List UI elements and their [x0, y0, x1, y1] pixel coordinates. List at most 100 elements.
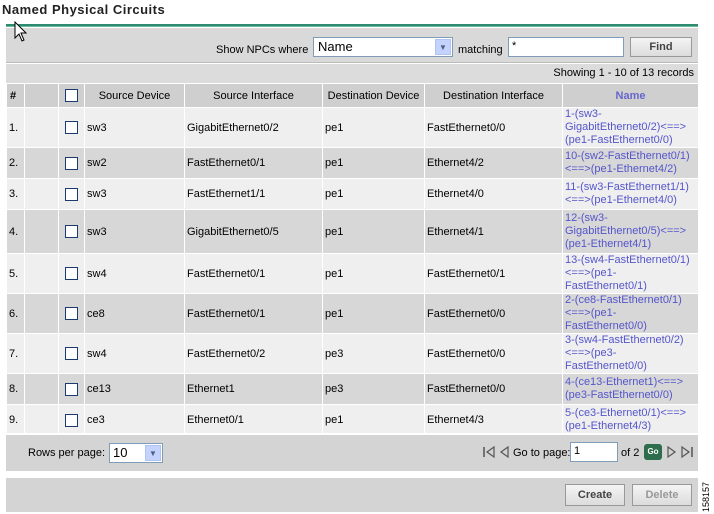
- source-device-cell: ce3: [84, 404, 185, 436]
- source-interface-cell: Ethernet1: [184, 373, 323, 405]
- row-number: 3.: [6, 178, 25, 210]
- search-field-value: Name: [318, 39, 353, 54]
- previous-page-icon[interactable]: [498, 445, 510, 459]
- source-device-cell: ce8: [84, 293, 185, 334]
- table-row[interactable]: 5. sw4 FastEthernet0/1 pe1 FastEthernet0/1 13…: [6, 253, 699, 294]
- table-row[interactable]: 4. sw3 GigabitEthernet0/5 pe1 Ethernet4/1 12-…: [6, 209, 699, 254]
- source-interface-cell: FastEthernet1/1: [184, 178, 323, 210]
- search-field-select[interactable]: Name ▼: [313, 37, 453, 57]
- table-row[interactable]: 9. ce3 Ethernet0/1 pe1 Ethernet4/3 5-(ce3-Eth…: [6, 404, 699, 436]
- rows-per-page-select[interactable]: 10 ▼: [109, 443, 163, 463]
- circuit-name-link[interactable]: 3-(sw4-FastEthernet0/2)<==>(pe3-FastEthe…: [565, 334, 684, 372]
- destination-device-cell: pe1: [322, 404, 425, 436]
- title-divider: [6, 24, 698, 27]
- row-number: 4.: [6, 209, 25, 254]
- next-page-icon[interactable]: [666, 445, 678, 459]
- mouse-cursor-icon: [14, 21, 28, 42]
- destination-device-cell: pe1: [322, 107, 425, 148]
- row-select-checkbox[interactable]: [65, 382, 78, 396]
- row-blank: [24, 404, 59, 436]
- row-checkbox-cell: [58, 178, 85, 210]
- table-row[interactable]: 1. sw3 GigabitEthernet0/2 pe1 FastEthernet0/…: [6, 107, 699, 148]
- row-select-checkbox[interactable]: [65, 121, 78, 134]
- row-checkbox-cell: [58, 404, 85, 436]
- table-row[interactable]: 6. ce8 FastEthernet0/1 pe1 FastEthernet0/0 2-…: [6, 293, 699, 334]
- row-number: 5.: [6, 253, 25, 294]
- row-select-checkbox[interactable]: [65, 225, 78, 238]
- row-checkbox-cell: [58, 333, 85, 374]
- name-cell: 11-(sw3-FastEthernet1/1)<==>(pe1-Etherne…: [562, 178, 699, 210]
- row-blank: [24, 333, 59, 374]
- circuit-name-link[interactable]: 10-(sw2-FastEthernet0/1)<==>(pe1-Etherne…: [565, 150, 690, 175]
- row-select-checkbox[interactable]: [65, 267, 78, 280]
- column-header-source-device[interactable]: Source Device: [84, 83, 185, 108]
- name-cell: 4-(ce13-Ethernet1)<==>(pe3-FastEthernet0…: [562, 373, 699, 405]
- name-cell: 5-(ce3-Ethernet0/1)<==>(pe1-Ethernet4/3): [562, 404, 699, 436]
- figure-number-text: 158157: [701, 481, 711, 512]
- records-count: Showing 1 - 10 of 13 records: [553, 67, 694, 79]
- column-header-source-interface[interactable]: Source Interface: [184, 83, 323, 108]
- row-select-checkbox[interactable]: [65, 187, 78, 201]
- row-select-checkbox[interactable]: [65, 347, 78, 360]
- table-header-row: # Source Device Source Interface Destina…: [6, 83, 699, 108]
- source-device-cell: ce13: [84, 373, 185, 405]
- circuit-name-link[interactable]: 5-(ce3-Ethernet0/1)<==>(pe1-Ethernet4/3): [565, 407, 686, 432]
- destination-interface-cell: Ethernet4/0: [424, 178, 563, 210]
- goto-page-input[interactable]: 1: [570, 442, 618, 462]
- destination-interface-cell: FastEthernet0/1: [424, 253, 563, 294]
- source-interface-cell: FastEthernet0/1: [184, 293, 323, 334]
- circuit-name-link[interactable]: 2-(ce8-FastEthernet0/1)<==>(pe1-FastEthe…: [565, 294, 682, 332]
- source-interface-cell: FastEthernet0/1: [184, 147, 323, 179]
- table-row[interactable]: 2. sw2 FastEthernet0/1 pe1 Ethernet4/2 10-(sw…: [6, 147, 699, 179]
- search-input[interactable]: *: [508, 37, 624, 57]
- circuit-name-link[interactable]: 12-(sw3-GigabitEthernet0/5)<==>(pe1-Ethe…: [565, 212, 686, 250]
- row-number: 9.: [6, 404, 25, 436]
- column-header-destination-device[interactable]: Destination Device: [322, 83, 425, 108]
- page-title: Named Physical Circuits: [2, 2, 166, 17]
- column-header-name[interactable]: Name: [562, 83, 699, 108]
- source-device-cell: sw2: [84, 147, 185, 179]
- row-select-checkbox[interactable]: [65, 307, 78, 320]
- row-checkbox-cell: [58, 147, 85, 179]
- destination-device-cell: pe1: [322, 293, 425, 334]
- source-interface-cell: FastEthernet0/1: [184, 253, 323, 294]
- row-blank: [24, 293, 59, 334]
- circuit-name-link[interactable]: 4-(ce13-Ethernet1)<==>(pe3-FastEthernet0…: [565, 376, 683, 401]
- delete-button[interactable]: Delete: [632, 484, 692, 506]
- row-blank: [24, 107, 59, 148]
- chevron-down-icon[interactable]: ▼: [145, 445, 161, 461]
- source-interface-cell: GigabitEthernet0/5: [184, 209, 323, 254]
- row-number: 6.: [6, 293, 25, 334]
- chevron-down-icon[interactable]: ▼: [435, 39, 451, 55]
- row-blank: [24, 253, 59, 294]
- table-row[interactable]: 3. sw3 FastEthernet1/1 pe1 Ethernet4/0 11-(sw…: [6, 178, 699, 210]
- row-checkbox-cell: [58, 209, 85, 254]
- row-select-checkbox[interactable]: [65, 156, 78, 170]
- table-row[interactable]: 8. ce13 Ethernet1 pe3 FastEthernet0/0 4-(ce13…: [6, 373, 699, 405]
- search-label: Show NPCs where: [216, 44, 309, 56]
- destination-device-cell: pe1: [322, 178, 425, 210]
- row-blank: [24, 209, 59, 254]
- column-header-destination-interface[interactable]: Destination Interface: [424, 83, 563, 108]
- row-number: 7.: [6, 333, 25, 374]
- find-button[interactable]: Find: [630, 37, 692, 57]
- first-page-icon[interactable]: [482, 445, 496, 459]
- row-select-checkbox[interactable]: [65, 413, 78, 427]
- destination-interface-cell: Ethernet4/1: [424, 209, 563, 254]
- total-pages-label: of 2: [621, 447, 640, 459]
- circuit-name-link[interactable]: 1-(sw3-GigabitEthernet0/2)<==>(pe1-FastE…: [565, 108, 686, 146]
- name-cell: 13-(sw4-FastEthernet0/1)<==>(pe1-FastEth…: [562, 253, 699, 294]
- create-button[interactable]: Create: [565, 484, 625, 506]
- destination-interface-cell: Ethernet4/2: [424, 147, 563, 179]
- source-device-cell: sw3: [84, 209, 185, 254]
- circuit-name-link[interactable]: 11-(sw3-FastEthernet1/1)<==>(pe1-Etherne…: [565, 181, 689, 206]
- rows-per-page-value: 10: [113, 445, 128, 460]
- circuit-name-link[interactable]: 13-(sw4-FastEthernet0/1)<==>(pe1-FastEth…: [565, 254, 690, 292]
- destination-device-cell: pe1: [322, 147, 425, 179]
- go-button[interactable]: Go: [644, 444, 662, 460]
- destination-interface-cell: FastEthernet0/0: [424, 333, 563, 374]
- last-page-icon[interactable]: [680, 445, 694, 459]
- select-all-checkbox[interactable]: [65, 89, 78, 102]
- source-device-cell: sw4: [84, 253, 185, 294]
- table-row[interactable]: 7. sw4 FastEthernet0/2 pe3 FastEthernet0/0 3-…: [6, 333, 699, 374]
